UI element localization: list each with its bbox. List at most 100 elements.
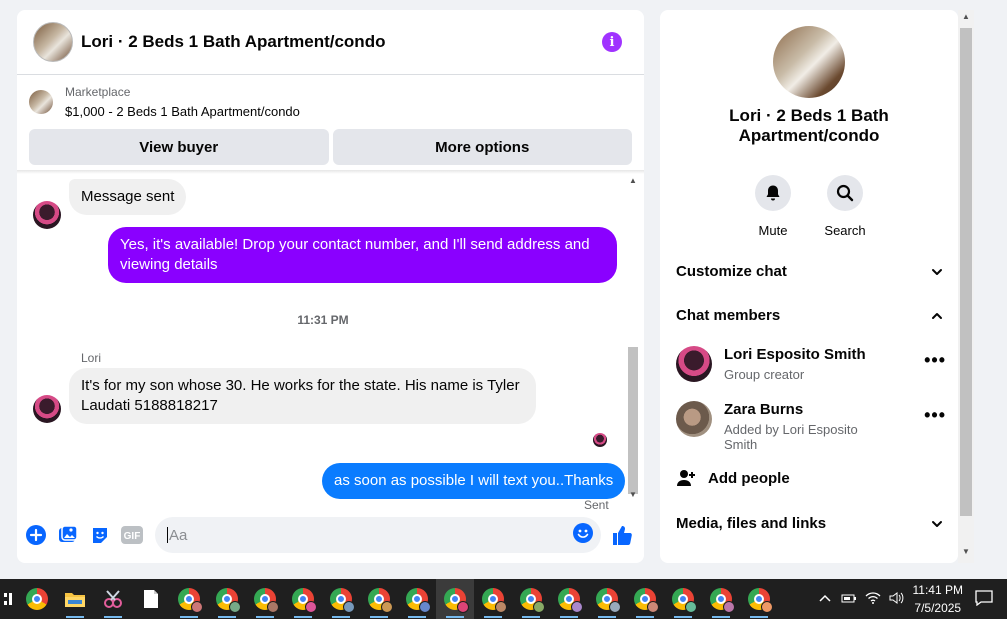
message-input[interactable]	[169, 526, 573, 544]
chrome-profile-icon[interactable]	[208, 579, 246, 619]
chat-title[interactable]: Lori · 2 Beds 1 Bath Apartment/condo	[81, 32, 602, 52]
info-icon[interactable]: i	[602, 32, 622, 52]
composer: GIF	[17, 515, 644, 555]
marketplace-item: $1,000 - 2 Beds 1 Bath Apartment/condo	[65, 104, 300, 119]
image-icon[interactable]	[57, 524, 79, 546]
snipping-tool-icon[interactable]	[94, 579, 132, 619]
media-files-links-label: Media, files and links	[676, 515, 827, 532]
search-label: Search	[824, 223, 866, 238]
chat-avatar[interactable]	[33, 22, 73, 62]
bell-icon[interactable]	[755, 175, 791, 211]
sent-status: Sent	[584, 498, 609, 512]
clock[interactable]: 11:41 PM 7/5/2025	[913, 581, 963, 617]
scroll-down-arrow[interactable]: ▼	[958, 547, 974, 561]
chrome-profile-icon[interactable]	[170, 579, 208, 619]
conversation-info-panel: Lori · 2 Beds 1 Bath Apartment/condo Mut…	[660, 10, 958, 563]
notepad-icon[interactable]	[132, 579, 170, 619]
file-explorer-icon[interactable]	[56, 579, 94, 619]
marketplace-label: Marketplace	[65, 85, 131, 99]
sender-avatar[interactable]	[33, 201, 61, 229]
media-files-links-section[interactable]: Media, files and links	[676, 515, 944, 532]
chrome-profile-icon[interactable]	[550, 579, 588, 619]
taskbar: 11:41 PM 7/5/2025	[0, 579, 1007, 619]
chevron-up-icon	[932, 312, 942, 319]
chrome-profile-icon[interactable]	[398, 579, 436, 619]
conversation-avatar[interactable]	[773, 26, 845, 98]
system-tray: 11:41 PM 7/5/2025	[818, 579, 1007, 619]
gif-icon[interactable]: GIF	[121, 524, 143, 546]
more-icon[interactable]: •••	[924, 405, 946, 426]
chrome-profile-icon[interactable]	[664, 579, 702, 619]
read-receipt-avatar	[593, 433, 607, 447]
svg-text:GIF: GIF	[124, 531, 141, 542]
battery-icon[interactable]	[841, 592, 857, 607]
task-view-icon[interactable]	[0, 579, 18, 619]
chrome-profile-icon[interactable]	[702, 579, 740, 619]
chrome-profile-icon[interactable]	[588, 579, 626, 619]
emoji-icon[interactable]	[573, 522, 593, 548]
member-role: Added by Lori Esposito Smith	[724, 422, 858, 452]
conversation-title: Lori · 2 Beds 1 Bath Apartment/condo	[729, 106, 889, 145]
chrome-profile-icon[interactable]	[246, 579, 284, 619]
sticker-icon[interactable]	[89, 524, 111, 546]
chrome-profile-icon[interactable]	[360, 579, 398, 619]
search-icon[interactable]	[827, 175, 863, 211]
chrome-profile-icon[interactable]	[512, 579, 550, 619]
member-name: Lori Esposito Smith	[724, 346, 866, 363]
chrome-profile-icon[interactable]	[284, 579, 322, 619]
member-avatar	[676, 401, 712, 437]
mute-label: Mute	[758, 223, 788, 238]
add-person-icon	[677, 470, 695, 486]
add-people-button[interactable]: Add people	[676, 468, 790, 488]
more-icon[interactable]: •••	[924, 350, 946, 371]
chrome-profile-icon[interactable]	[740, 579, 778, 619]
text-caret	[167, 527, 168, 543]
clock-date: 7/5/2025	[914, 601, 962, 615]
mute-action[interactable]: Mute	[755, 175, 791, 238]
message-timestamp: 11:31 PM	[297, 313, 349, 327]
more-options-button[interactable]: More options	[332, 129, 632, 165]
marketplace-listing[interactable]: Marketplace $1,000 - 2 Beds 1 Bath Apart…	[17, 75, 644, 123]
sender-avatar[interactable]	[33, 395, 61, 423]
notification-icon[interactable]	[975, 589, 993, 609]
view-buyer-button[interactable]: View buyer	[29, 129, 329, 165]
chrome-profile-icon[interactable]	[626, 579, 664, 619]
chrome-icon[interactable]	[18, 579, 56, 619]
message-list: Message sent Yes, it's available! Drop y…	[17, 173, 629, 513]
scroll-up-arrow[interactable]: ▲	[626, 175, 640, 187]
plus-icon[interactable]	[25, 524, 47, 546]
customize-chat-label: Customize chat	[676, 263, 787, 280]
chat-members-label: Chat members	[676, 307, 781, 324]
chrome-profile-icon[interactable]	[322, 579, 360, 619]
chevron-up-icon[interactable]	[818, 592, 831, 606]
chrome-profile-icon[interactable]	[474, 579, 512, 619]
member-row[interactable]: Lori Esposito Smith Group creator •••	[676, 346, 946, 382]
volume-icon[interactable]	[889, 591, 905, 608]
search-action[interactable]: Search	[824, 175, 866, 238]
chevron-down-icon	[932, 520, 942, 527]
clock-time: 11:41 PM	[912, 583, 963, 597]
thumbs-up-icon[interactable]	[611, 524, 633, 546]
scroll-down-arrow[interactable]: ▼	[626, 489, 640, 501]
add-people-label: Add people	[708, 469, 790, 487]
message-bubble-incoming: It's for my son whose 30. He works for t…	[69, 368, 536, 424]
page-scrollbar[interactable]: ▲ ▼	[958, 10, 974, 563]
member-role: Group creator	[724, 367, 805, 382]
sender-name: Lori	[81, 351, 102, 365]
member-row[interactable]: Zara Burns Added by Lori Esposito Smith …	[676, 401, 946, 452]
chat-members-section[interactable]: Chat members	[676, 307, 944, 324]
message-bubble-incoming: Message sent	[69, 179, 187, 215]
message-scrollbar[interactable]: ▲ ▼	[626, 175, 640, 501]
chrome-profile-icon[interactable]	[436, 579, 474, 619]
scroll-thumb[interactable]	[628, 347, 638, 494]
message-bubble-outgoing: Yes, it's available! Drop your contact n…	[108, 227, 617, 283]
chat-header: Lori · 2 Beds 1 Bath Apartment/condo i	[17, 10, 644, 75]
member-name: Zara Burns	[724, 401, 804, 418]
customize-chat-section[interactable]: Customize chat	[676, 263, 944, 280]
wifi-icon[interactable]	[865, 591, 881, 608]
scroll-thumb[interactable]	[960, 28, 972, 516]
scroll-up-arrow[interactable]: ▲	[958, 12, 974, 26]
listing-thumbnail	[29, 90, 53, 114]
message-input-box[interactable]	[155, 517, 601, 553]
chat-panel: Lori · 2 Beds 1 Bath Apartment/condo i M…	[17, 10, 644, 563]
